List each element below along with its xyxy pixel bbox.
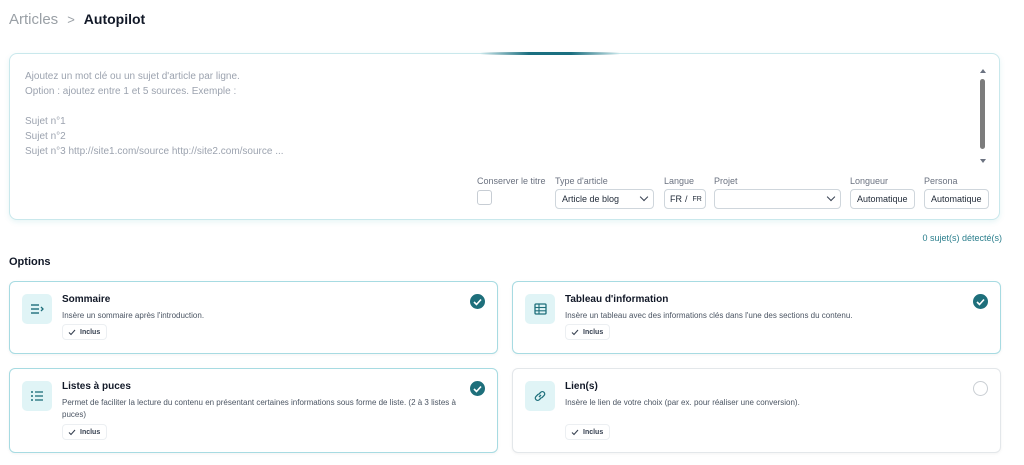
project-select[interactable] — [714, 189, 841, 209]
language-label: Langue — [664, 176, 695, 186]
breadcrumb-articles-link[interactable]: Articles — [9, 11, 58, 28]
scroll-up-arrow-icon[interactable] — [980, 69, 986, 73]
article-type-label: Type d'article — [555, 176, 608, 186]
check-icon — [571, 329, 579, 335]
check-icon — [68, 329, 76, 335]
option-selected-check-icon[interactable] — [973, 294, 988, 309]
option-description: Insère un tableau avec des informations … — [565, 311, 853, 320]
breadcrumb: Articles > Autopilot — [9, 10, 145, 28]
chevron-down-icon — [826, 192, 836, 202]
top-accent-line — [480, 52, 620, 55]
option-title: Sommaire — [62, 294, 111, 305]
length-select[interactable]: Automatique — [850, 189, 915, 209]
keep-title-checkbox[interactable] — [477, 190, 492, 205]
scrollbar-thumb[interactable] — [980, 79, 985, 149]
included-badge-label: Inclus — [583, 328, 604, 336]
option-card-listes-a-puces[interactable]: Listes à puces Permet de faciliter la le… — [9, 368, 498, 453]
project-label: Projet — [714, 176, 738, 186]
article-type-select[interactable]: Article de blog — [555, 189, 654, 209]
option-card-tableau-information[interactable]: Tableau d'information Insère un tableau … — [512, 281, 1001, 354]
included-badge-label: Inclus — [583, 428, 604, 436]
link-icon — [525, 381, 555, 411]
language-flag-code: FR — [692, 195, 702, 203]
persona-select[interactable]: Automatique — [924, 189, 989, 209]
option-title: Lien(s) — [565, 381, 598, 392]
option-description: Permet de faciliter la lecture du conten… — [62, 398, 456, 419]
language-separator: / — [685, 194, 688, 204]
article-type-value: Article de blog — [562, 194, 620, 204]
check-icon — [571, 429, 579, 435]
option-description: Insère le lien de votre choix (par ex. p… — [565, 398, 800, 407]
included-badge: Inclus — [565, 324, 611, 340]
option-card-sommaire[interactable]: Sommaire Insère un sommaire après l'intr… — [9, 281, 498, 354]
options-heading: Options — [9, 256, 51, 268]
length-value: Automatique — [857, 194, 908, 204]
option-title: Tableau d'information — [565, 294, 669, 305]
option-description: Insère un sommaire après l'introduction. — [62, 311, 205, 320]
breadcrumb-separator: > — [67, 11, 75, 27]
included-badge: Inclus — [62, 424, 108, 440]
topics-textarea[interactable]: Ajoutez un mot clé ou un sujet d'article… — [25, 69, 965, 161]
toc-icon — [22, 294, 52, 324]
option-selected-check-icon[interactable] — [470, 294, 485, 309]
included-badge-label: Inclus — [80, 328, 101, 336]
included-badge: Inclus — [565, 424, 611, 440]
keep-title-label: Conserver le titre — [477, 176, 546, 186]
length-label: Longueur — [850, 176, 889, 186]
option-title: Listes à puces — [62, 381, 131, 392]
topics-editor-card: Ajoutez un mot clé ou un sujet d'article… — [9, 52, 1000, 220]
detected-topics-count: 0 sujet(s) détecté(s) — [922, 233, 1002, 243]
option-card-liens[interactable]: Lien(s) Insère le lien de votre choix (p… — [512, 368, 1001, 453]
persona-label: Persona — [924, 176, 958, 186]
included-badge: Inclus — [62, 324, 108, 340]
option-selected-check-icon[interactable] — [470, 381, 485, 396]
list-icon — [22, 381, 52, 411]
language-value: FR — [670, 194, 682, 204]
table-icon — [525, 294, 555, 324]
textarea-scrollbar[interactable] — [978, 67, 988, 165]
language-select[interactable]: FR / FR — [664, 189, 706, 209]
page-title: Autopilot — [83, 11, 146, 27]
check-icon — [68, 429, 76, 435]
option-unselected-radio[interactable] — [973, 381, 988, 396]
scroll-down-arrow-icon[interactable] — [980, 159, 986, 163]
persona-value: Automatique — [931, 194, 982, 204]
included-badge-label: Inclus — [80, 428, 101, 436]
chevron-down-icon — [639, 192, 649, 202]
